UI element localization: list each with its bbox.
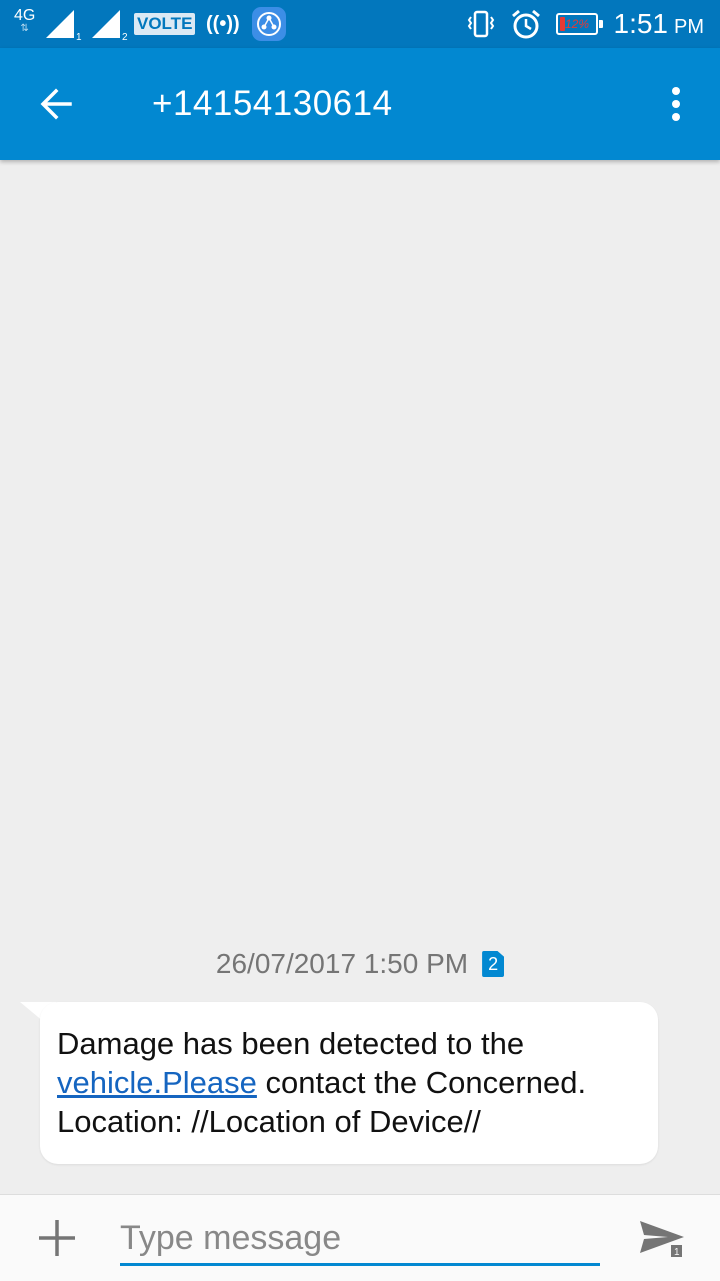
shareit-app-icon <box>252 7 286 41</box>
plus-icon <box>39 1220 75 1256</box>
sim1-label: 1 <box>76 32 82 42</box>
app-bar: +14154130614 <box>0 48 720 160</box>
message-input[interactable] <box>120 1213 600 1266</box>
network-type-label: 4G <box>14 7 36 24</box>
send-icon: 1 <box>640 1221 684 1258</box>
message-timestamp: 26/07/2017 1:50 PM <box>215 948 469 979</box>
message-list[interactable]: 26/07/2017 1:50 PM 2 Damage has been det… <box>0 160 720 1194</box>
battery-percent: 12% <box>564 17 590 31</box>
battery-indicator: 12% <box>556 13 603 35</box>
back-button[interactable] <box>30 78 82 130</box>
compose-bar: 1 <box>0 1194 720 1281</box>
network-type-indicator: 4G ⇅ <box>14 8 35 34</box>
arrow-back-icon <box>40 88 72 120</box>
hotspot-icon: ((•)) <box>206 12 240 35</box>
status-clock: 1:51 PM <box>614 0 705 48</box>
sim2-label: 2 <box>122 32 128 42</box>
alarm-icon <box>510 0 542 48</box>
message-text: Damage has been detected to the vehicle.… <box>57 1024 647 1141</box>
conversation-title: +14154130614 <box>152 84 393 123</box>
data-activity-icon: ⇅ <box>20 23 29 34</box>
clock-time: 1:51 <box>613 8 669 39</box>
message-bubble[interactable]: Damage has been detected to the vehicle.… <box>40 1002 658 1164</box>
message-text-start: Damage has been detected to the <box>57 1026 525 1061</box>
overflow-menu-button[interactable] <box>656 82 696 126</box>
battery-icon: 12% <box>556 13 598 35</box>
more-vert-icon <box>672 87 680 121</box>
vibrate-icon <box>466 0 496 48</box>
send-button[interactable]: 1 <box>636 1215 692 1263</box>
attach-button[interactable] <box>34 1215 80 1261</box>
clock-ampm: PM <box>674 15 704 38</box>
signal-sim2-icon: 2 <box>90 0 130 48</box>
message-timestamp-row: 26/07/2017 1:50 PM 2 <box>0 946 720 982</box>
message-link[interactable]: vehicle.Please <box>57 1065 257 1100</box>
status-bar: 4G ⇅ 1 2 VOLTE ((•)) 12% 1:51 PM <box>0 0 720 48</box>
signal-sim1-icon: 1 <box>44 0 84 48</box>
volte-badge: VOLTE <box>134 13 196 35</box>
send-sim-label: 1 <box>674 1247 680 1258</box>
battery-fill <box>560 17 565 31</box>
sim-badge: 2 <box>482 951 505 977</box>
